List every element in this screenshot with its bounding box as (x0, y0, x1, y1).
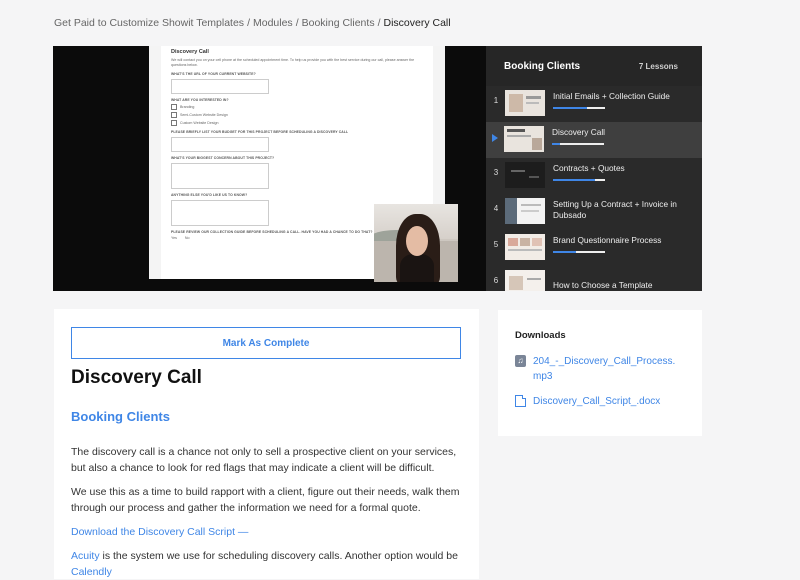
form-option: Custom Website Design (171, 119, 423, 126)
breadcrumb-current: Discovery Call (383, 17, 451, 29)
progress-fill (553, 107, 587, 110)
lesson-item-3[interactable]: 3 Contracts + Quotes (486, 158, 702, 194)
lesson-title: Brand Questionnaire Process (553, 235, 662, 245)
breadcrumb-separator: / (247, 17, 250, 29)
download-filename[interactable]: Discovery_Call_Script_.docx (533, 394, 683, 409)
downloads-panel: Downloads ♫ 204_-_Discovery_Call_Process… (498, 310, 702, 436)
lesson-item-6[interactable]: 6 How to Choose a Template (486, 266, 702, 291)
form-question: ANYTHING ELSE YOU'D LIKE US TO KNOW? (171, 192, 248, 197)
document-file-icon (515, 395, 526, 407)
paragraph: The discovery call is a chance not only … (71, 446, 457, 474)
breadcrumb-modules[interactable]: Modules (253, 17, 293, 29)
now-playing-icon (492, 134, 498, 142)
lesson-title: How to Choose a Template (553, 280, 653, 290)
form-option: Branding (171, 103, 423, 110)
lesson-progress (553, 107, 605, 110)
form-field (171, 162, 269, 189)
lesson-list-header: Booking Clients 7 Lessons (486, 46, 702, 86)
download-filename[interactable]: 204_-_Discovery_Call_Process.mp3 (533, 354, 683, 384)
lesson-thumbnail (505, 90, 545, 116)
form-question: PLEASE BRIEFLY LIST YOUR BUDGET FOR THIS… (171, 129, 349, 134)
radio-no: No (184, 235, 190, 240)
paragraph: Acuity is the system we use for scheduli… (71, 548, 466, 580)
lesson-item-4[interactable]: 4 Setting Up a Contract + Invoice in Dub… (486, 194, 702, 230)
form-field (171, 199, 269, 226)
breadcrumb-course[interactable]: Get Paid to Customize Showit Templates (54, 17, 244, 29)
breadcrumb: Get Paid to Customize Showit Templates / M… (54, 17, 451, 29)
presenter-webcam (374, 204, 458, 282)
checkbox (171, 103, 177, 110)
form-title: Discovery Call (171, 49, 209, 55)
lesson-thumbnail (505, 198, 545, 224)
video-player[interactable]: Discovery Call We will contact you on yo… (53, 46, 486, 291)
lesson-thumbnail (504, 126, 544, 152)
module-subtitle: Booking Clients (71, 409, 170, 424)
lesson-thumbnail (505, 270, 545, 291)
option-label: Custom Website Design (180, 120, 219, 125)
download-item[interactable]: ♫ 204_-_Discovery_Call_Process.mp3 (515, 354, 683, 384)
form-option: Semi-Custom Website Design (171, 111, 423, 118)
form-question: WHAT ARE YOU INTERESTED IN? (171, 97, 229, 102)
option-label: Semi-Custom Website Design (180, 112, 228, 117)
paragraph-text: is the system we use for scheduling disc… (99, 550, 458, 562)
lesson-content: Mark As Complete Discovery Call Booking … (54, 309, 479, 579)
calendly-link[interactable]: Calendly (71, 566, 112, 578)
breadcrumb-module[interactable]: Booking Clients (302, 17, 375, 29)
lesson-item-2[interactable]: Discovery Call (486, 122, 702, 158)
lesson-progress (553, 179, 605, 182)
downloads-title: Downloads (515, 330, 566, 341)
form-field (171, 78, 269, 94)
form-question: WHAT'S YOUR BIGGEST CONCERN ABOUT THIS P… (171, 155, 275, 160)
lesson-title-heading: Discovery Call (71, 367, 202, 388)
lesson-progress (552, 143, 604, 146)
music-file-icon: ♫ (515, 355, 526, 367)
checkbox (171, 111, 177, 118)
lesson-number: 5 (493, 240, 499, 249)
progress-fill (553, 179, 595, 182)
download-item[interactable]: Discovery_Call_Script_.docx (515, 394, 683, 409)
option-label: Branding (180, 104, 195, 109)
lesson-number: 1 (493, 96, 499, 105)
lesson-item-5[interactable]: 5 Brand Questionnaire Process (486, 230, 702, 266)
breadcrumb-separator: / (295, 17, 299, 29)
lesson-title: Initial Emails + Collection Guide (553, 91, 670, 101)
progress-fill (553, 251, 577, 254)
mark-complete-button[interactable]: Mark As Complete (71, 327, 461, 359)
lesson-number: 4 (493, 204, 499, 213)
lesson-title: Setting Up a Contract + Invoice in Dubsa… (553, 199, 677, 221)
script-link-paragraph: Download the Discovery Call Script — (71, 524, 466, 540)
acuity-link[interactable]: Acuity (71, 550, 100, 562)
lesson-progress (553, 251, 605, 254)
lesson-title: Contracts + Quotes (553, 163, 625, 173)
lesson-item-1[interactable]: 1 Initial Emails + Collection Guide (486, 86, 702, 122)
lesson-title: Discovery Call (552, 127, 606, 137)
radio-yes: Yes (171, 235, 177, 240)
paragraph: We use this as a time to build rapport w… (71, 486, 460, 514)
lesson-list-panel: Booking Clients 7 Lessons 1 Initial Emai… (486, 46, 702, 291)
checkbox (171, 119, 177, 126)
lesson-count: 7 Lessons (638, 61, 678, 71)
form-field (171, 136, 269, 152)
lesson-thumbnail (505, 234, 545, 260)
breadcrumb-separator: / (377, 17, 381, 29)
lesson-player: Discovery Call We will contact you on yo… (53, 46, 702, 291)
form-question: WHAT'S THE URL OF YOUR CURRENT WEBSITE? (171, 71, 256, 76)
lesson-number: 3 (493, 168, 499, 177)
lesson-number: 6 (493, 276, 499, 285)
form-intro: We will contact you on your cell phone a… (171, 58, 415, 67)
module-title: Booking Clients (504, 60, 581, 72)
lesson-thumbnail (505, 162, 545, 188)
progress-fill (552, 143, 560, 146)
download-script-link[interactable]: Download the Discovery Call Script — (71, 526, 248, 538)
